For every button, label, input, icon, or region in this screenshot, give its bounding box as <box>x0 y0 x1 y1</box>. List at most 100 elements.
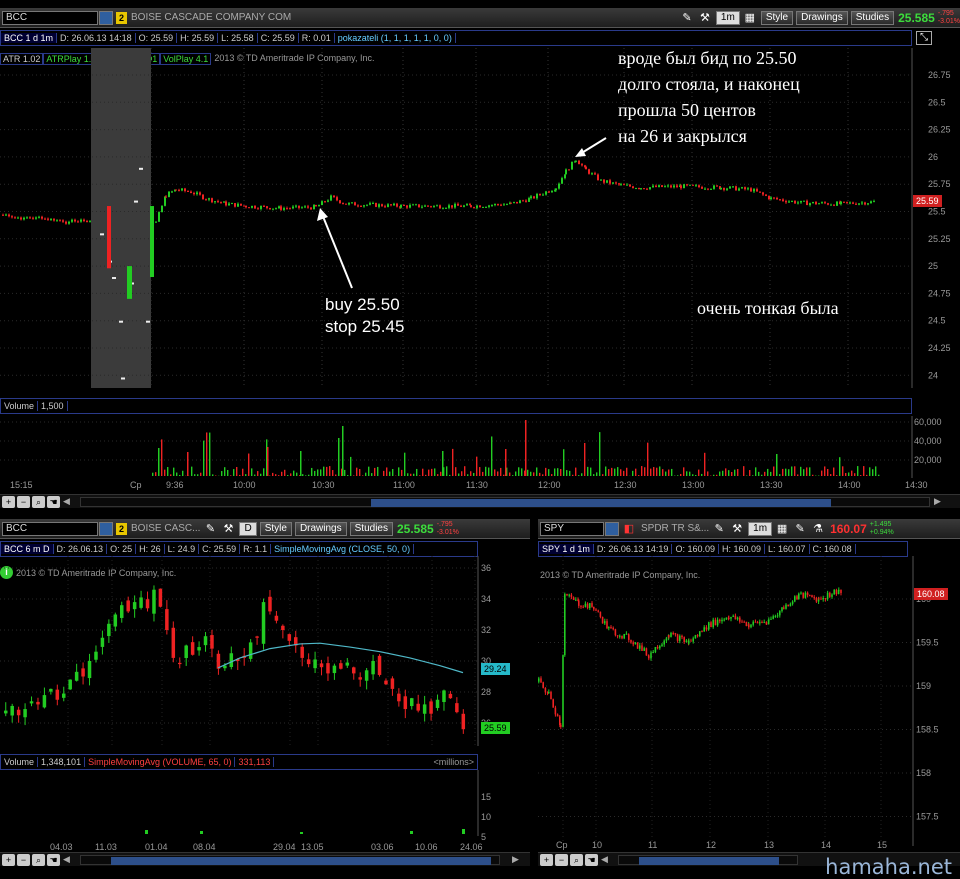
volume-bar <box>875 466 877 476</box>
drawings-button[interactable]: Drawings <box>796 10 848 25</box>
chart-title[interactable]: SPY 1 d 1m <box>539 544 594 554</box>
candle <box>268 596 272 612</box>
link-group-badge[interactable]: 2 <box>116 522 127 535</box>
drawings-icon[interactable]: ✎ <box>792 522 808 536</box>
candle <box>597 174 599 181</box>
zoom-in-icon[interactable]: + <box>2 853 15 866</box>
x-tick-label: 12:00 <box>538 480 561 490</box>
pan-hand-icon[interactable]: ☚ <box>585 853 598 866</box>
company-name: BOISE CASC... <box>131 523 201 534</box>
style-button[interactable]: Style <box>259 521 292 536</box>
studies-icon[interactable]: ⚗ <box>810 522 826 536</box>
scroll-track[interactable] <box>80 497 930 507</box>
daily-volume-chart[interactable]: 15 10 5 04.03 11.03 01.04 08.04 29.04 13.05 03.06… <box>0 770 530 854</box>
volume-bar <box>545 467 547 476</box>
candle <box>586 603 589 609</box>
intraday-volume-chart[interactable]: 60,000 40,000 20,000 15:15 Cp 9:36 10:00 10:30 1… <box>0 416 960 492</box>
scroll-track[interactable] <box>80 855 500 865</box>
volume-bar <box>566 470 568 476</box>
candle <box>768 619 770 621</box>
candle <box>313 659 317 669</box>
y-tick-label: 25.25 <box>928 234 951 244</box>
period-button[interactable]: 1m <box>715 10 740 25</box>
volume-bar <box>599 432 601 476</box>
study-label[interactable]: pokazateli (1, 1, 1, 1, 1, 0, 0) <box>335 33 456 43</box>
intraday-price-chart[interactable]: 26.75 26.5 26.25 26 25.75 25.5 25.25 25 24.75 24.… <box>0 48 960 393</box>
chart-expand-icon[interactable]: ⤡ <box>916 31 932 45</box>
scroll-left-icon[interactable]: ◀ <box>63 854 70 865</box>
period-button[interactable]: D <box>239 521 257 536</box>
style-button[interactable]: Style <box>760 10 794 25</box>
candle <box>326 663 330 674</box>
volume-bar <box>419 475 421 476</box>
candle <box>759 191 761 193</box>
candle <box>369 203 371 205</box>
symbol-input[interactable]: BCC <box>2 521 98 536</box>
scroll-right-icon[interactable]: ▶ <box>934 496 941 507</box>
zoom-box-icon[interactable]: ⌕ <box>32 495 45 508</box>
top-scrollbar[interactable]: + − ⌕ ☚ ◀ ▶ <box>0 494 960 508</box>
scroll-track[interactable] <box>618 855 798 865</box>
studies-button[interactable]: Studies <box>850 10 895 25</box>
scroll-thumb[interactable] <box>111 857 491 865</box>
zoom-out-icon[interactable]: − <box>555 853 568 866</box>
symbol-input[interactable]: BCC <box>2 10 98 25</box>
volume-label[interactable]: Volume <box>1 757 39 767</box>
tools-icon[interactable]: ✎ <box>679 11 695 25</box>
link-icon[interactable]: ◧ <box>621 522 637 536</box>
range-field: R: 0.01 <box>299 33 335 43</box>
zoom-out-icon[interactable]: − <box>17 495 30 508</box>
candle <box>776 197 778 200</box>
last-price-tag: 160.08 <box>914 588 948 600</box>
candle <box>476 205 478 208</box>
scroll-right-icon[interactable]: ▶ <box>512 854 519 865</box>
candle <box>107 623 111 637</box>
top-volume-header: Volume 1,500 <box>0 398 912 414</box>
scroll-thumb[interactable] <box>639 857 779 865</box>
scroll-left-icon[interactable]: ◀ <box>601 854 608 865</box>
period-button[interactable]: 1m <box>748 521 773 536</box>
pan-hand-icon[interactable]: ☚ <box>47 495 60 508</box>
candle <box>712 619 714 628</box>
zoom-box-icon[interactable]: ⌕ <box>570 853 583 866</box>
sma-study-label[interactable]: SimpleMovingAvg (CLOSE, 50, 0) <box>271 544 415 554</box>
candle <box>562 655 564 727</box>
zoom-in-icon[interactable]: + <box>2 495 15 508</box>
spy-price-chart[interactable]: 160159.5159158.5158157.5Cp101112131415 <box>538 556 960 852</box>
left-scrollbar[interactable]: + − ⌕ ☚ ◀ ▶ <box>0 852 530 866</box>
chart-title[interactable]: BCC 6 m D <box>1 544 54 554</box>
drawings-button[interactable]: Drawings <box>294 521 347 536</box>
volume-bar <box>173 467 175 476</box>
zoom-in-icon[interactable]: + <box>540 853 553 866</box>
tools-icon[interactable]: ✎ <box>711 522 727 536</box>
symbol-dropdown-button[interactable] <box>99 10 113 25</box>
style-icon[interactable]: ▦ <box>774 522 790 536</box>
volume-sma-study[interactable]: SimpleMovingAvg (VOLUME, 65, 0) <box>85 757 236 767</box>
daily-price-chart[interactable]: 363432302826 <box>0 556 530 746</box>
wrench-icon[interactable]: ⚒ <box>729 522 745 536</box>
link-group-badge[interactable]: 2 <box>116 11 127 24</box>
candle <box>164 196 166 206</box>
candle <box>716 619 719 626</box>
zoom-out-icon[interactable]: − <box>17 853 30 866</box>
volume-bar <box>386 467 388 476</box>
wrench-icon[interactable]: ⚒ <box>697 11 713 25</box>
symbol-input[interactable]: SPY <box>540 521 604 536</box>
wrench-icon[interactable]: ⚒ <box>220 522 236 536</box>
studies-button[interactable]: Studies <box>349 521 393 536</box>
pan-hand-icon[interactable]: ☚ <box>47 853 60 866</box>
candle <box>689 184 691 186</box>
symbol-dropdown-button[interactable] <box>605 521 619 536</box>
volume-bar <box>305 475 307 476</box>
volume-label[interactable]: Volume <box>1 401 39 411</box>
candle <box>595 609 597 611</box>
scroll-left-icon[interactable]: ◀ <box>63 496 70 507</box>
candle <box>533 196 535 199</box>
candle <box>843 201 845 203</box>
zoom-box-icon[interactable]: ⌕ <box>32 853 45 866</box>
chart-title[interactable]: BCC 1 d 1m <box>1 33 58 43</box>
tools-icon[interactable]: ✎ <box>202 522 218 536</box>
scroll-thumb[interactable] <box>371 499 831 507</box>
symbol-dropdown-button[interactable] <box>99 521 113 536</box>
candle <box>17 217 19 219</box>
